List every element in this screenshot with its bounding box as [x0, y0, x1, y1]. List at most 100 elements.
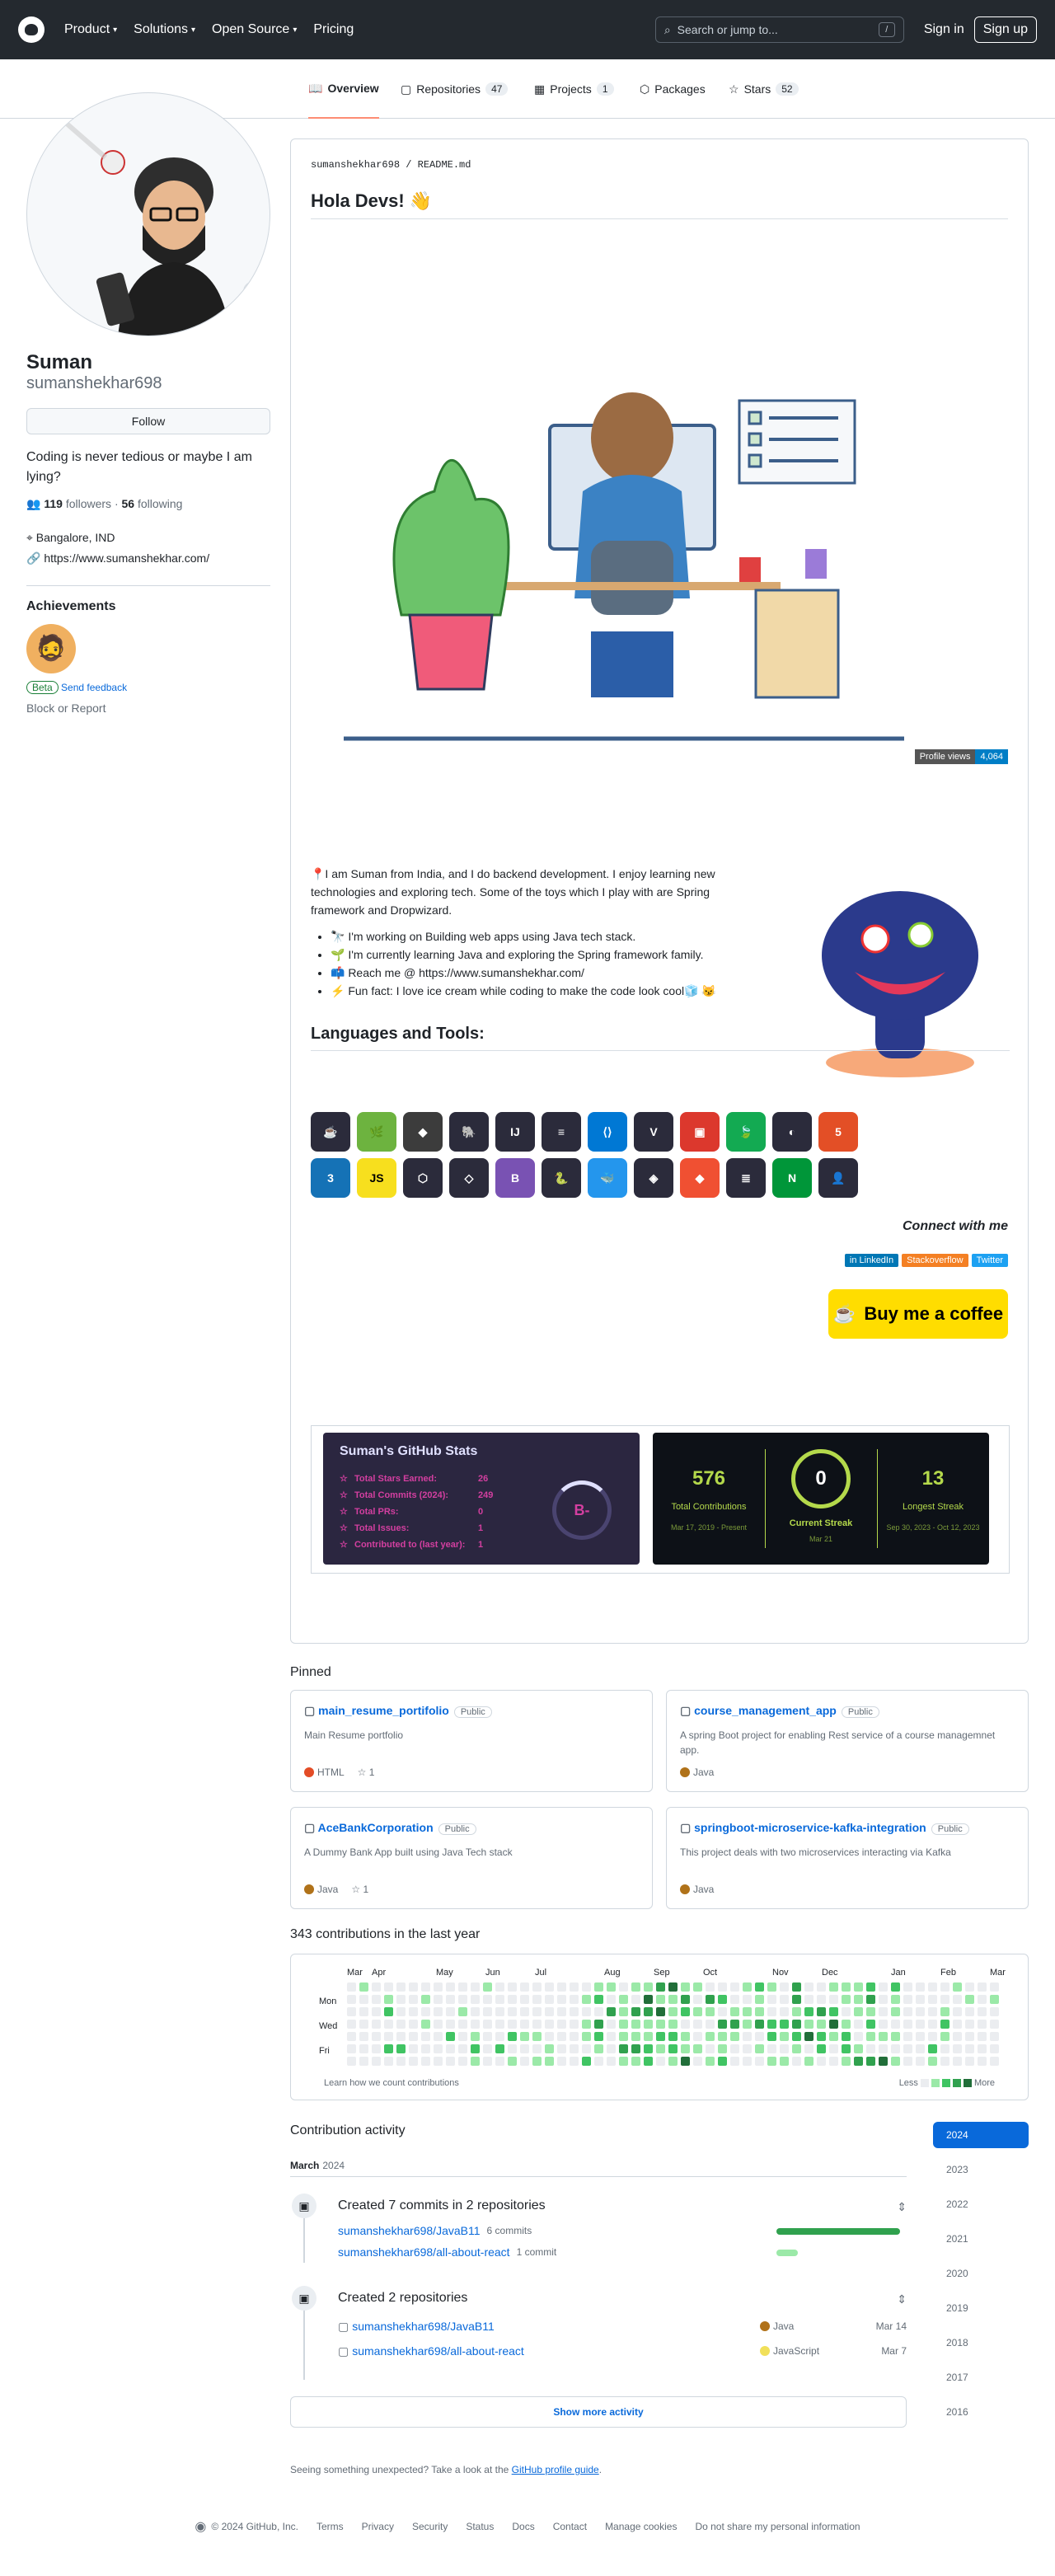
- learn-contributions-link[interactable]: Learn how we count contributions: [324, 2078, 459, 2088]
- contribution-day[interactable]: [804, 2007, 814, 2016]
- repo-stars[interactable]: ☆ 1: [358, 1767, 375, 1778]
- contribution-day[interactable]: [631, 2007, 640, 2016]
- contribution-day[interactable]: [767, 2020, 776, 2029]
- contribution-day[interactable]: [458, 1995, 467, 2004]
- year-link[interactable]: 2023: [933, 2156, 1029, 2183]
- contribution-day[interactable]: [644, 2057, 653, 2066]
- year-link[interactable]: 2022: [933, 2191, 1029, 2217]
- contribution-day[interactable]: [668, 1982, 678, 1992]
- contribution-day[interactable]: [940, 2007, 950, 2016]
- contribution-day[interactable]: [520, 2057, 529, 2066]
- contribution-day[interactable]: [594, 1995, 603, 2004]
- year-link[interactable]: 2018: [933, 2330, 1029, 2356]
- contribution-day[interactable]: [471, 2007, 480, 2016]
- contribution-day[interactable]: [409, 2032, 418, 2041]
- contribution-day[interactable]: [384, 2032, 393, 2041]
- repo-link[interactable]: AceBankCorporation: [318, 1821, 434, 1834]
- contribution-day[interactable]: [953, 2020, 962, 2029]
- contribution-day[interactable]: [730, 1995, 739, 2004]
- contribution-day[interactable]: [545, 2007, 554, 2016]
- contribution-day[interactable]: [409, 2044, 418, 2053]
- contribution-day[interactable]: [718, 2032, 727, 2041]
- footer-link[interactable]: Docs: [512, 2521, 534, 2535]
- contribution-day[interactable]: [483, 1982, 492, 1992]
- pinned-card[interactable]: ▢ course_management_app Public A spring Bo…: [666, 1690, 1029, 1792]
- repo-link[interactable]: course_management_app: [694, 1704, 837, 1717]
- contribution-day[interactable]: [594, 1982, 603, 1992]
- contribution-day[interactable]: [359, 1982, 368, 1992]
- contribution-day[interactable]: [879, 1995, 888, 2004]
- contribution-day[interactable]: [495, 2032, 504, 2041]
- contribution-day[interactable]: [965, 1982, 974, 1992]
- contribution-day[interactable]: [817, 2020, 826, 2029]
- contribution-day[interactable]: [434, 1995, 443, 2004]
- contribution-day[interactable]: [570, 1982, 579, 1992]
- contribution-day[interactable]: [718, 1995, 727, 2004]
- contribution-day[interactable]: [755, 1982, 764, 1992]
- contribution-day[interactable]: [532, 1995, 542, 2004]
- contribution-day[interactable]: [928, 1982, 937, 1992]
- contribution-day[interactable]: [792, 2032, 801, 2041]
- contribution-day[interactable]: [458, 2044, 467, 2053]
- contribution-day[interactable]: [570, 2020, 579, 2029]
- contribution-day[interactable]: [557, 2044, 566, 2053]
- contribution-day[interactable]: [990, 2020, 999, 2029]
- contribution-day[interactable]: [520, 1995, 529, 2004]
- contribution-day[interactable]: [730, 2032, 739, 2041]
- contribution-day[interactable]: [792, 1995, 801, 2004]
- contribution-day[interactable]: [396, 1982, 406, 1992]
- contribution-day[interactable]: [767, 1995, 776, 2004]
- contribution-day[interactable]: [804, 2032, 814, 2041]
- contribution-day[interactable]: [978, 2057, 987, 2066]
- contribution-day[interactable]: [372, 1982, 381, 1992]
- year-link[interactable]: 2017: [933, 2364, 1029, 2391]
- contribution-day[interactable]: [520, 2020, 529, 2029]
- contribution-day[interactable]: [842, 1995, 851, 2004]
- contribution-day[interactable]: [978, 2044, 987, 2053]
- contribution-day[interactable]: [817, 1982, 826, 1992]
- contribution-day[interactable]: [619, 2020, 628, 2029]
- social-badge[interactable]: in LinkedIn: [844, 1254, 899, 1267]
- contribution-day[interactable]: [681, 1982, 690, 1992]
- contribution-day[interactable]: [854, 2007, 863, 2016]
- contribution-day[interactable]: [891, 2020, 900, 2029]
- contribution-day[interactable]: [644, 2020, 653, 2029]
- repo-stars[interactable]: ☆ 1: [351, 1884, 368, 1895]
- contribution-day[interactable]: [446, 2044, 455, 2053]
- contribution-day[interactable]: [396, 1995, 406, 2004]
- contribution-day[interactable]: [532, 1982, 542, 1992]
- nav-solutions[interactable]: Solutions: [134, 22, 188, 37]
- tab-repositories[interactable]: ▢ Repositories 47: [401, 59, 509, 119]
- contribution-day[interactable]: [990, 2032, 999, 2041]
- contribution-day[interactable]: [891, 1982, 900, 1992]
- tab-stars[interactable]: ☆ Stars 52: [729, 59, 799, 119]
- contribution-day[interactable]: [446, 2020, 455, 2029]
- contribution-day[interactable]: [495, 2020, 504, 2029]
- created-repo-link[interactable]: sumanshekhar698/JavaB11: [352, 2320, 495, 2333]
- contribution-day[interactable]: [854, 1982, 863, 1992]
- contribution-day[interactable]: [916, 2057, 925, 2066]
- contribution-day[interactable]: [730, 2007, 739, 2016]
- contribution-day[interactable]: [693, 1982, 702, 1992]
- contribution-day[interactable]: [495, 1982, 504, 1992]
- followers-link[interactable]: 119 followers: [44, 497, 111, 510]
- contribution-day[interactable]: [755, 1995, 764, 2004]
- contribution-day[interactable]: [706, 2057, 715, 2066]
- contribution-day[interactable]: [903, 2020, 912, 2029]
- contribution-day[interactable]: [508, 2044, 517, 2053]
- contribution-day[interactable]: [916, 2007, 925, 2016]
- fold-icon[interactable]: ⇕: [897, 2292, 907, 2306]
- contribution-day[interactable]: [631, 2032, 640, 2041]
- contribution-day[interactable]: [940, 2057, 950, 2066]
- contribution-day[interactable]: [866, 1995, 875, 2004]
- contribution-day[interactable]: [891, 2007, 900, 2016]
- contribution-day[interactable]: [965, 2007, 974, 2016]
- contribution-day[interactable]: [594, 2044, 603, 2053]
- contribution-day[interactable]: [817, 2007, 826, 2016]
- contribution-day[interactable]: [631, 1995, 640, 2004]
- contribution-day[interactable]: [780, 2057, 789, 2066]
- contribution-day[interactable]: [928, 2020, 937, 2029]
- contribution-day[interactable]: [372, 2020, 381, 2029]
- contribution-day[interactable]: [656, 2057, 665, 2066]
- contribution-day[interactable]: [953, 1982, 962, 1992]
